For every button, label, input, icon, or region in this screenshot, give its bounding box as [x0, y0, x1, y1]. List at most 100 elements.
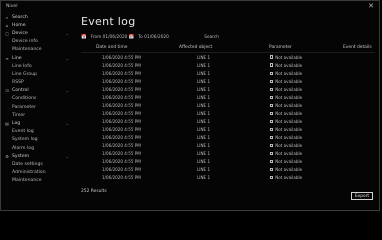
chevron-down-icon[interactable]: ⌄	[66, 88, 69, 93]
chevron-down-icon[interactable]: ⌄	[66, 56, 69, 61]
close-icon[interactable]: ✕	[368, 2, 374, 10]
system-icon: ⚙	[5, 153, 9, 159]
column-header-object[interactable]: Affected object	[177, 45, 249, 50]
table-row[interactable]: 1/06/2020 4:55 PM LINE 1 Not available	[81, 166, 375, 174]
result-count: 252 Results	[81, 189, 107, 194]
table-row[interactable]: 1/06/2020 4:55 PM LINE 1 Not available	[81, 125, 375, 133]
status-icon	[270, 55, 274, 59]
sidebar-item[interactable]: Alarm log	[1, 144, 71, 152]
sidebar-item-label: Parameter	[12, 104, 36, 110]
table-row[interactable]: 1/06/2020 4:55 PM LINE 1 Not available	[81, 133, 375, 141]
cell-datetime: 1/06/2020 4:55 PM	[102, 151, 141, 157]
cell-object: LINE 1	[197, 134, 211, 140]
sidebar-item[interactable]: ≡ Line ⌄	[1, 54, 71, 62]
sidebar-item[interactable]: Event log	[1, 128, 71, 136]
line-icon: ≡	[5, 55, 9, 61]
sidebar-item[interactable]: Administration	[1, 169, 71, 177]
cell-datetime: 1/06/2020 4:55 PM	[102, 134, 141, 140]
status-icon	[270, 63, 274, 67]
cell-object: LINE 1	[197, 175, 211, 181]
column-header-details[interactable]: Event details	[317, 45, 377, 50]
sidebar-item[interactable]: ▤ Log ⌄	[1, 119, 71, 127]
sidebar-item[interactable]: ⌕ Search	[1, 13, 71, 21]
cell-parameter-text: Not available	[275, 70, 303, 76]
chevron-down-icon[interactable]: ⌄	[66, 154, 69, 159]
chevron-down-icon[interactable]: ⌄	[66, 121, 69, 126]
calendar-icon[interactable]: 📅	[81, 35, 87, 40]
cell-parameter: Not available	[249, 135, 317, 140]
sidebar-item[interactable]: Line Group	[1, 70, 71, 78]
table-row[interactable]: 1/06/2020 4:55 PM LINE 1 Not available	[81, 85, 375, 93]
sidebar-item[interactable]: ⌂ Home	[1, 21, 71, 29]
cell-object: LINE 1	[197, 54, 211, 60]
cell-datetime: 1/06/2020 4:55 PM	[102, 110, 141, 116]
sidebar-item-label: Device info	[12, 39, 38, 45]
sidebar-item[interactable]: ⚙ System ⌄	[1, 152, 71, 160]
main-content: Event log 📅 From 01/06/2020 📅 To 01/06/2…	[81, 13, 375, 206]
page-title: Event log	[81, 15, 136, 28]
cell-object: LINE 1	[197, 143, 211, 149]
table-row[interactable]: 1/06/2020 4:55 PM LINE 1 Not available	[81, 69, 375, 77]
to-date-field[interactable]: To 01/06/2020	[138, 35, 176, 40]
device-icon: ▢	[5, 30, 9, 36]
table-row[interactable]: 1/06/2020 4:55 PM LINE 1 Not available	[81, 150, 375, 158]
table-row[interactable]: 1/06/2020 4:55 PM LINE 1 Not available	[81, 174, 375, 182]
from-label: From	[90, 35, 102, 40]
table-row[interactable]: 1/06/2020 4:55 PM LINE 1 Not available	[81, 93, 375, 101]
status-icon	[270, 71, 274, 75]
cell-object: LINE 1	[197, 102, 211, 108]
column-header-datetime[interactable]: Date and time	[81, 45, 177, 50]
sidebar-item[interactable]: Conditions	[1, 95, 71, 103]
table-row[interactable]: 1/06/2020 4:55 PM LINE 1 Not available	[81, 109, 375, 117]
cell-parameter-text: Not available	[275, 143, 303, 149]
cell-parameter-text: Not available	[275, 126, 303, 132]
sidebar-item-label: Line Group	[12, 71, 38, 77]
cell-datetime: 1/06/2020 4:55 PM	[102, 118, 141, 124]
sidebar-item[interactable]: Parameter	[1, 103, 71, 111]
sidebar-item[interactable]: Device info	[1, 38, 71, 46]
status-icon	[270, 143, 274, 148]
cell-parameter: Not available	[249, 143, 317, 148]
cell-parameter: Not available	[249, 63, 317, 68]
sidebar-item[interactable]: Maintenance	[1, 46, 71, 54]
export-button[interactable]: Export	[351, 192, 373, 200]
sidebar-item-label: System log	[12, 137, 38, 143]
cell-parameter-text: Not available	[275, 62, 303, 68]
table-row[interactable]: 1/06/2020 4:55 PM LINE 1 Not available	[81, 142, 375, 150]
column-header-parameter[interactable]: Parameter	[249, 45, 317, 50]
cell-parameter: Not available	[249, 175, 317, 180]
cell-parameter-text: Not available	[275, 175, 303, 181]
calendar-icon[interactable]: 📅	[129, 35, 135, 40]
cell-object: LINE 1	[197, 78, 211, 84]
sidebar-item-label: Timer	[12, 112, 26, 118]
filter-bar: 📅 From 01/06/2020 📅 To 01/06/2020 Search	[81, 35, 375, 40]
search-button[interactable]: Search	[204, 35, 219, 40]
from-date-field[interactable]: From 01/06/2020	[91, 35, 129, 40]
sidebar-item[interactable]: RSSP	[1, 79, 71, 87]
cell-object: LINE 1	[197, 94, 211, 100]
status-icon	[270, 111, 274, 115]
chevron-down-icon[interactable]: ⌄	[66, 31, 69, 36]
home-icon: ⌂	[5, 22, 9, 28]
table-row[interactable]: 1/06/2020 4:55 PM LINE 1 Not available	[81, 117, 375, 125]
sidebar-item[interactable]: System log	[1, 136, 71, 144]
sidebar-item[interactable]: ▢ Device ⌄	[1, 29, 71, 37]
sidebar-item[interactable]: Line Info	[1, 62, 71, 70]
cell-parameter-text: Not available	[275, 118, 303, 124]
table-row[interactable]: 1/06/2020 4:55 PM LINE 1 Not available	[81, 61, 375, 69]
table-row[interactable]: 1/06/2020 4:55 PM LINE 1 Not available	[81, 53, 375, 61]
table-row[interactable]: 1/06/2020 4:55 PM LINE 1 Not available	[81, 77, 375, 85]
cell-parameter: Not available	[249, 79, 317, 84]
sidebar-item[interactable]: Timer	[1, 111, 71, 119]
cell-datetime: 1/06/2020 4:55 PM	[102, 175, 141, 181]
window-title: Nivel	[6, 3, 18, 9]
sidebar-item-label: Control	[12, 88, 29, 94]
table-row[interactable]: 1/06/2020 4:55 PM LINE 1 Not available	[81, 101, 375, 109]
status-icon	[270, 87, 274, 91]
cell-parameter: Not available	[249, 159, 317, 164]
cell-datetime: 1/06/2020 4:55 PM	[102, 86, 141, 92]
table-row[interactable]: 1/06/2020 4:55 PM LINE 1 Not available	[81, 158, 375, 166]
sidebar-item[interactable]: ⊡ Control ⌄	[1, 87, 71, 95]
sidebar-item[interactable]: Date settings	[1, 160, 71, 168]
sidebar-item[interactable]: Maintenance	[1, 177, 71, 185]
